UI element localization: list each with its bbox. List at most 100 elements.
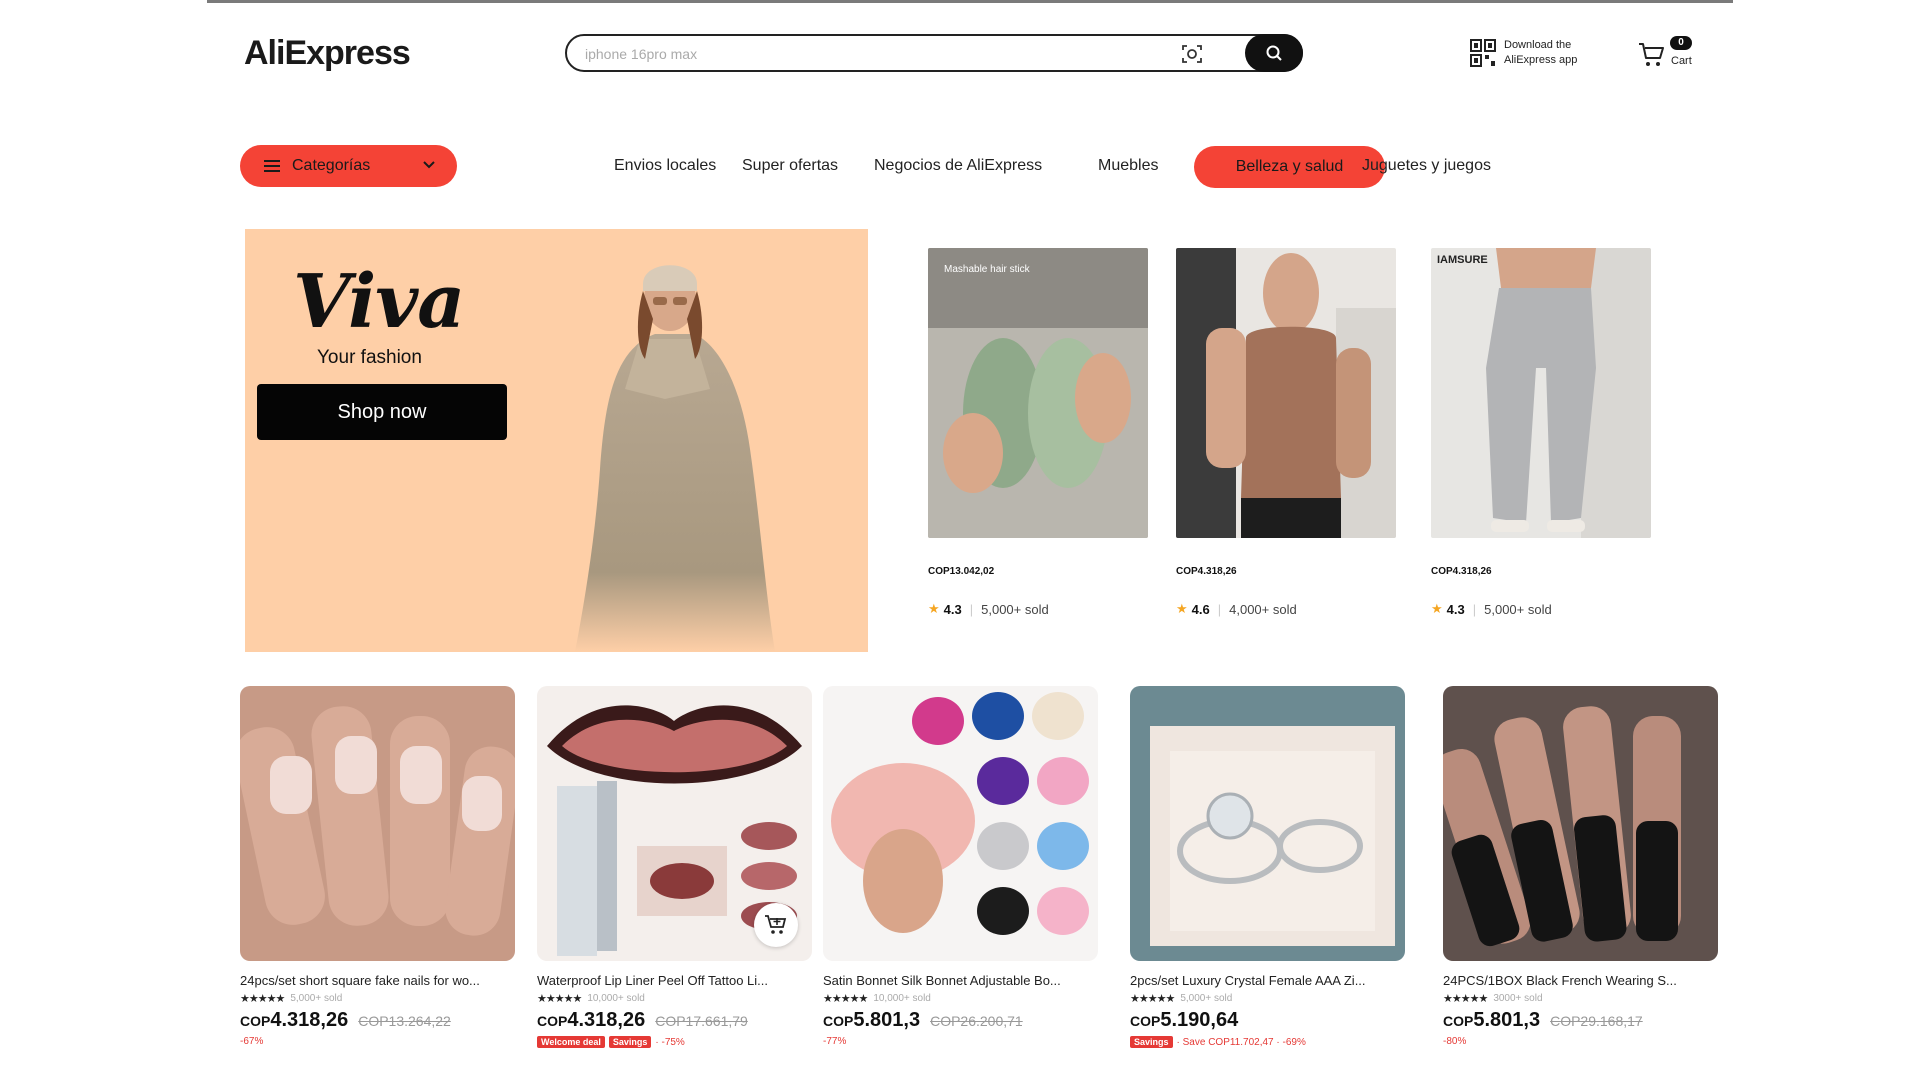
promo-row: Welcome deal Savings · -75%: [537, 1036, 812, 1048]
original-price: COP17.661,79: [655, 1013, 748, 1029]
star-icon: ★: [928, 601, 940, 616]
featured-product-card[interactable]: Mashable hair stick COP13.042,02 ★ 4.3 |…: [928, 248, 1148, 617]
product-card[interactable]: Satin Bonnet Silk Bonnet Adjustable Bo..…: [823, 686, 1098, 1047]
promo-row: -67%: [240, 1036, 515, 1047]
product-card[interactable]: Waterproof Lip Liner Peel Off Tattoo Li.…: [537, 686, 812, 1048]
search-button[interactable]: [1245, 34, 1303, 72]
original-price: COP29.168,17: [1550, 1013, 1643, 1029]
promo-text: · -75%: [655, 1036, 685, 1048]
nav-link-muebles[interactable]: Muebles: [1098, 157, 1158, 175]
categories-button[interactable]: Categorías: [240, 145, 457, 187]
product-card[interactable]: 24pcs/set short square fake nails for wo…: [240, 686, 515, 1047]
meta-separator: |: [969, 601, 974, 617]
original-price: COP13.264,22: [358, 1013, 451, 1029]
cart-count-badge: 0: [1670, 36, 1692, 50]
crystal-rings-image: [1130, 686, 1405, 961]
shop-now-button[interactable]: Shop now: [257, 384, 507, 440]
fake-nails-image: [240, 686, 515, 961]
top-divider: [207, 0, 1733, 3]
categories-label: Categorías: [292, 157, 371, 174]
product-meta: ★ 4.3 | 5,000+ sold: [928, 601, 1148, 617]
nav-link-super-ofertas[interactable]: Super ofertas: [742, 157, 838, 175]
product-rating-row: ★★★★★ 5,000+ sold: [1130, 992, 1405, 1005]
product-image[interactable]: [1176, 248, 1396, 538]
product-title[interactable]: 2pcs/set Luxury Crystal Female AAA Zi...: [1130, 973, 1405, 988]
product-rating: 4.3: [943, 601, 962, 617]
product-card[interactable]: 24PCS/1BOX Black French Wearing S... ★★★…: [1443, 686, 1718, 1047]
product-image[interactable]: [823, 686, 1098, 961]
meta-separator: |: [1217, 601, 1222, 617]
hero-tagline: Your fashion: [317, 347, 422, 368]
promo-row: -77%: [823, 1036, 1098, 1047]
add-to-cart-button[interactable]: [754, 903, 798, 947]
price-currency: COP: [1443, 1013, 1474, 1029]
rating-stars: ★★★★★: [537, 993, 582, 1005]
product-rating-row: ★★★★★ 3000+ sold: [1443, 992, 1718, 1005]
image-search-icon[interactable]: [1181, 43, 1203, 65]
price-currency: COP: [823, 1013, 854, 1029]
product-image[interactable]: [1130, 686, 1405, 961]
aliexpress-logo[interactable]: AliExpress: [244, 34, 411, 73]
promo-text: · Save COP11.702,47 · -69%: [1176, 1036, 1306, 1048]
product-sold: 5,000+ sold: [1180, 993, 1233, 1004]
promo-text: -80%: [1443, 1036, 1467, 1047]
product-prices: COP5.190,64: [1130, 1009, 1405, 1032]
product-price: 5.801,3: [853, 1009, 921, 1031]
product-image[interactable]: [537, 686, 812, 961]
nav-link-envios-locales[interactable]: Envios locales: [614, 157, 716, 175]
promo-tag-savings: Savings: [1130, 1036, 1173, 1048]
meta-separator: |: [1472, 601, 1477, 617]
nav-link-belleza-active[interactable]: Belleza y salud: [1194, 146, 1385, 188]
product-title[interactable]: Satin Bonnet Silk Bonnet Adjustable Bo..…: [823, 973, 1098, 988]
product-image[interactable]: [1443, 686, 1718, 961]
product-prices: COP4.318,26 COP13.264,22: [240, 1009, 515, 1032]
search-icon: [1266, 45, 1282, 61]
image-caption: Mashable hair stick: [944, 264, 1030, 275]
hero-brand: Viva: [293, 259, 465, 345]
featured-product-card[interactable]: COP4.318,26 ★ 4.6 | 4,000+ sold: [1176, 248, 1396, 617]
product-rating-row: ★★★★★ 10,000+ sold: [823, 992, 1098, 1005]
hero-banner[interactable]: Viva Your fashion Shop now: [245, 229, 868, 652]
rating-stars: ★★★★★: [240, 993, 285, 1005]
product-meta: ★ 4.3 | 5,000+ sold: [1431, 601, 1651, 617]
promo-text: -67%: [240, 1036, 264, 1047]
product-image[interactable]: [240, 686, 515, 961]
flared-pants-image: [1431, 248, 1651, 538]
qr-code-icon: [1470, 39, 1496, 67]
product-title[interactable]: 24pcs/set short square fake nails for wo…: [240, 973, 515, 988]
search-input[interactable]: [585, 42, 1145, 66]
rating-stars: ★★★★★: [1130, 993, 1175, 1005]
product-sold: 5,000+ sold: [1484, 601, 1552, 617]
product-sold: 10,000+ sold: [587, 993, 645, 1004]
product-sold: 4,000+ sold: [1229, 601, 1297, 617]
product-price: COP13.042,02: [928, 566, 995, 577]
price-currency: COP: [537, 1013, 568, 1029]
product-image[interactable]: Mashable hair stick: [928, 248, 1148, 538]
product-rating-row: ★★★★★ 10,000+ sold: [537, 992, 812, 1005]
star-icon: ★: [1431, 601, 1443, 616]
rating-stars: ★★★★★: [1443, 993, 1488, 1005]
promo-text: -77%: [823, 1036, 847, 1047]
download-app-link[interactable]: Download the AliExpress app: [1470, 38, 1594, 68]
product-sold: 5,000+ sold: [981, 601, 1049, 617]
promo-row: Savings · Save COP11.702,47 · -69%: [1130, 1036, 1405, 1048]
product-prices: COP5.801,3 COP26.200,71: [823, 1009, 1098, 1032]
product-title[interactable]: 24PCS/1BOX Black French Wearing S...: [1443, 973, 1718, 988]
menu-icon: [264, 160, 280, 172]
black-french-nails-image: [1443, 686, 1718, 961]
product-image[interactable]: IAMSURE: [1431, 248, 1651, 538]
product-price: 5.190,64: [1160, 1009, 1239, 1031]
chevron-down-icon: [423, 161, 435, 169]
product-price: 4.318,26: [567, 1009, 646, 1031]
product-card[interactable]: 2pcs/set Luxury Crystal Female AAA Zi...…: [1130, 686, 1405, 1048]
nav-link-negocios[interactable]: Negocios de AliExpress: [874, 157, 1042, 175]
product-rating: 4.6: [1191, 601, 1210, 617]
hero-model-image: [575, 265, 775, 652]
product-title[interactable]: Waterproof Lip Liner Peel Off Tattoo Li.…: [537, 973, 812, 988]
nav-link-juguetes[interactable]: Juguetes y juegos: [1362, 157, 1491, 175]
satin-bonnet-image: [823, 686, 1098, 961]
cart-button[interactable]: 0 Cart: [1638, 36, 1708, 76]
original-price: COP26.200,71: [930, 1013, 1023, 1029]
price-currency: COP: [1130, 1013, 1161, 1029]
featured-product-card[interactable]: IAMSURE COP4.318,26 ★ 4.3 | 5,000+ sold: [1431, 248, 1651, 617]
